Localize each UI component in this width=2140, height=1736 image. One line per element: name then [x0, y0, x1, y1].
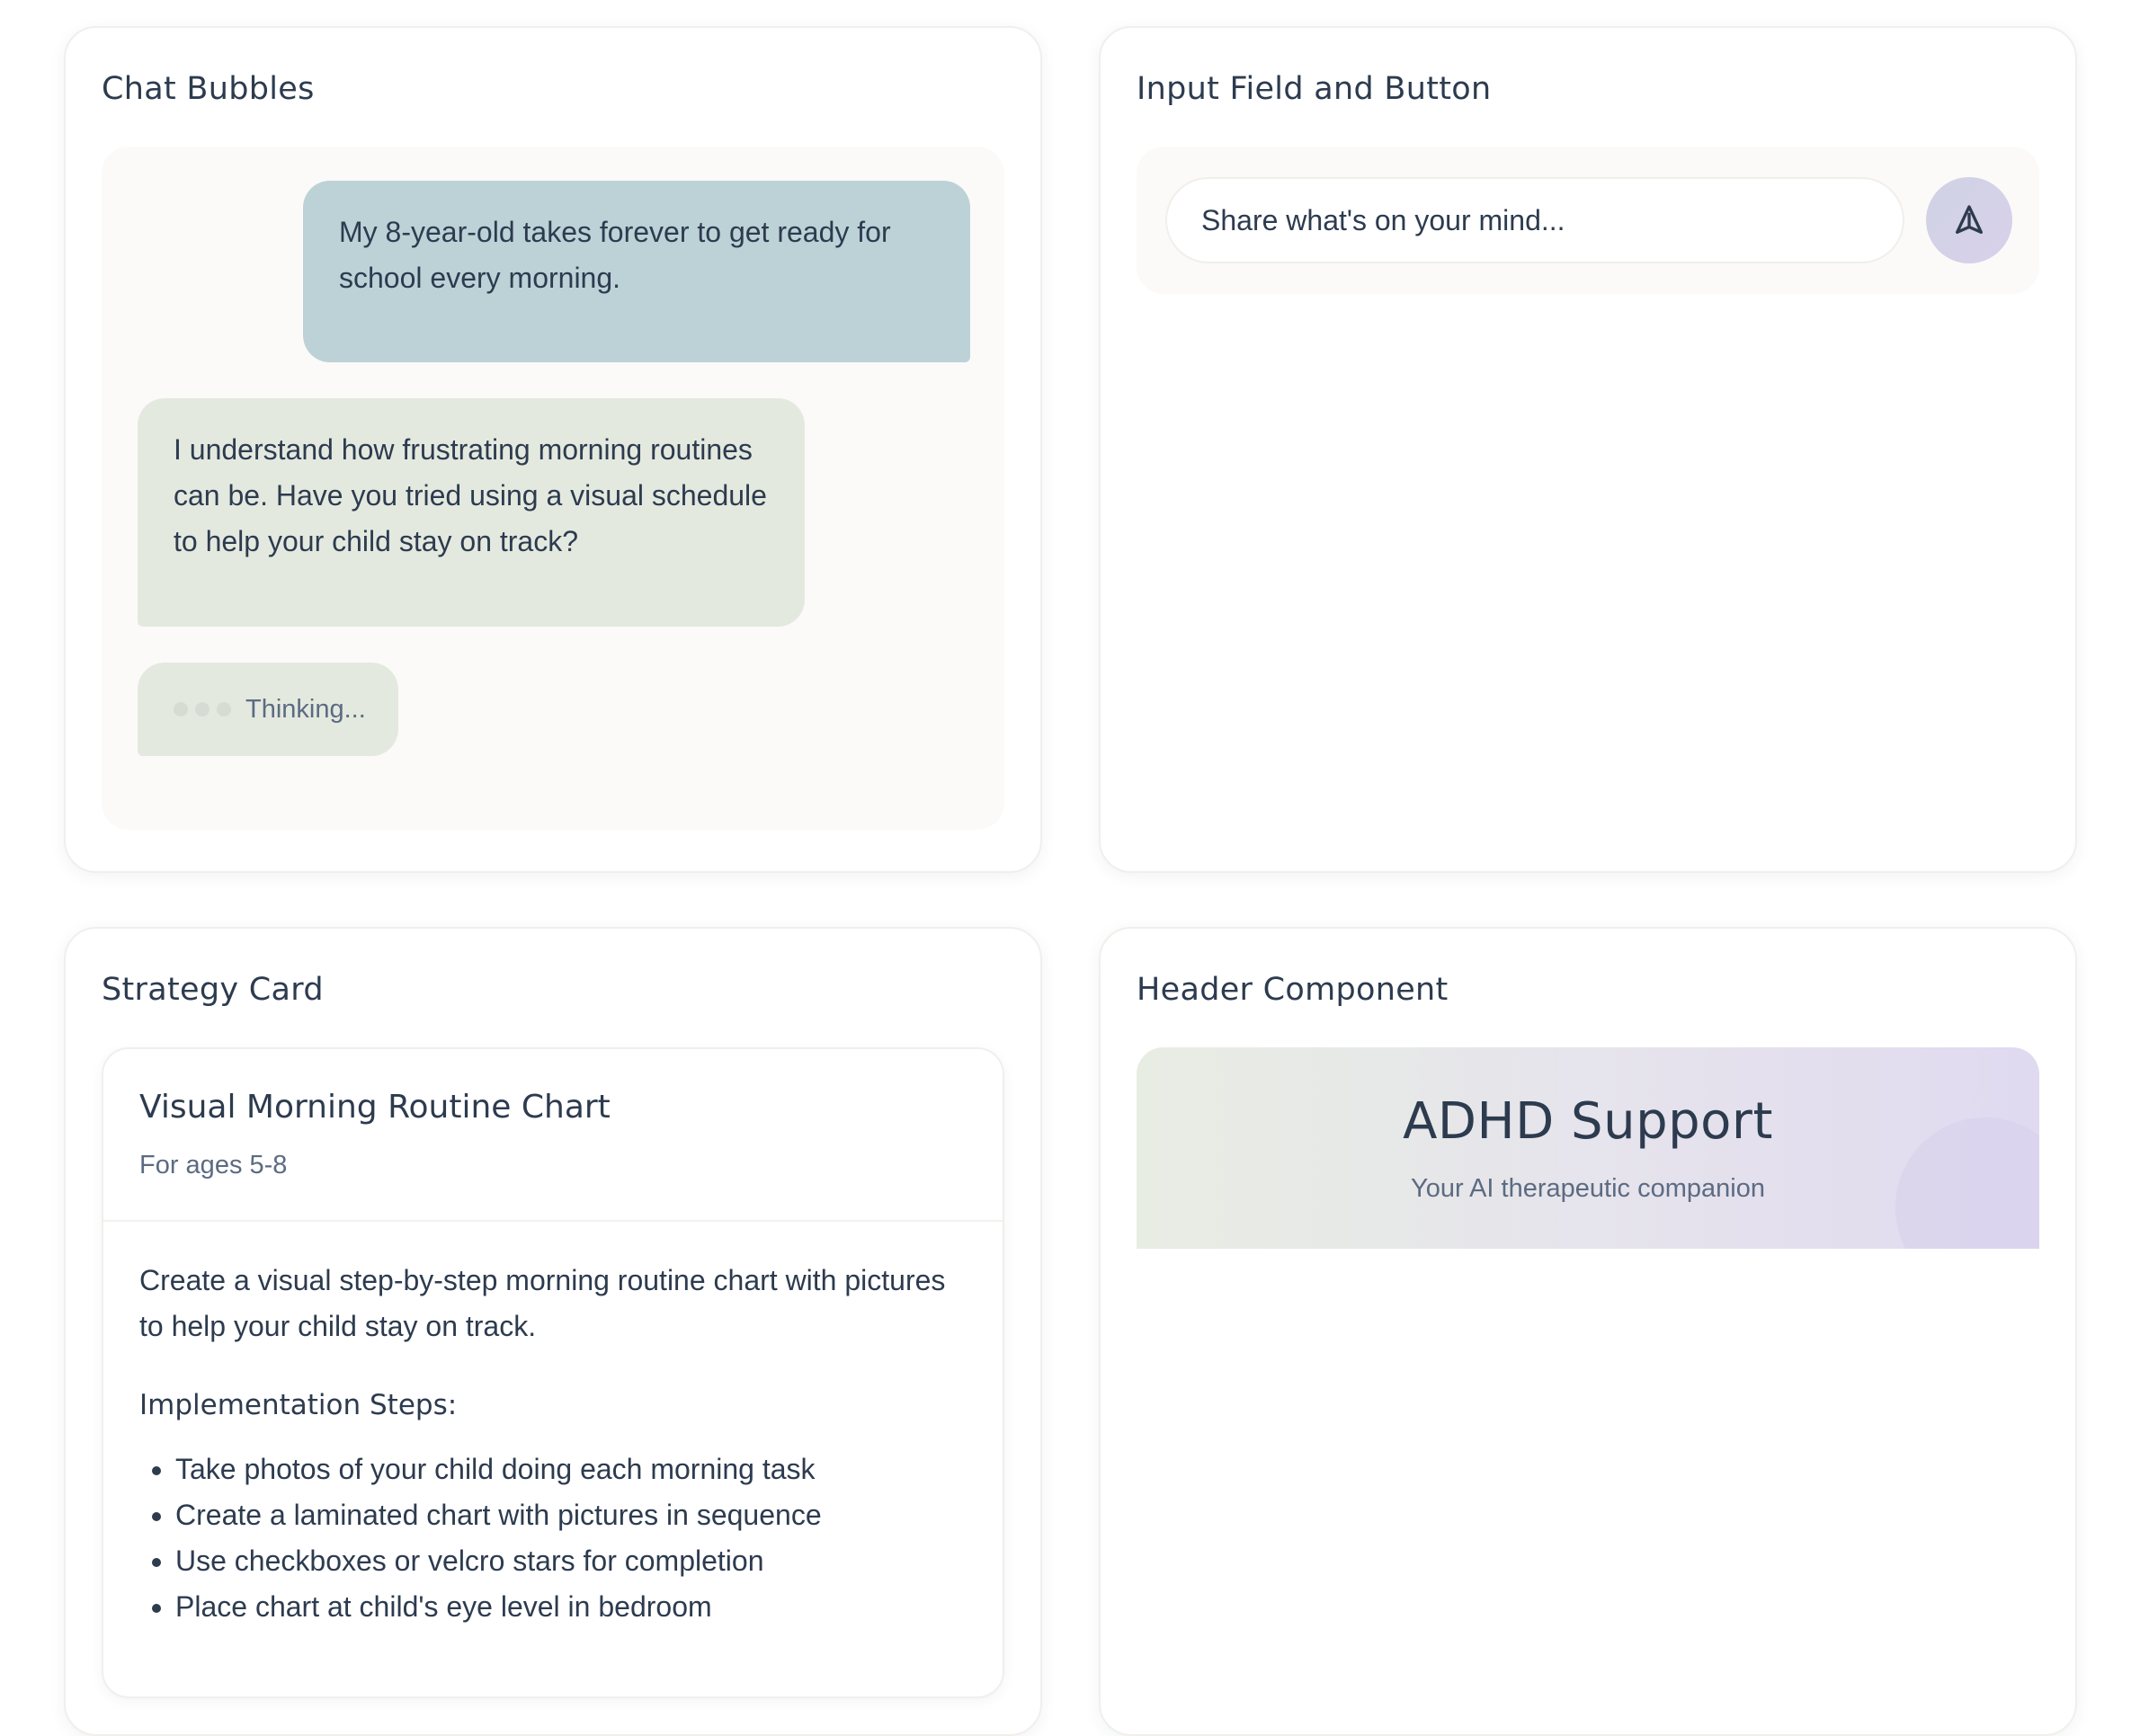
card-header: Visual Morning Routine Chart For ages 5-…	[103, 1049, 1003, 1222]
panel-title: Strategy Card	[102, 972, 324, 1008]
header-panel: Header Component ADHD Support Your AI th…	[1099, 927, 2077, 1736]
typing-dot	[217, 702, 231, 717]
thinking-label: Thinking...	[245, 694, 366, 724]
card-description: Create a visual step-by-step morning rou…	[139, 1264, 946, 1342]
step-item: Use checkboxes or velcro stars for compl…	[175, 1538, 967, 1584]
thinking-indicator: Thinking...	[138, 663, 398, 756]
card-title: Visual Morning Routine Chart	[139, 1089, 611, 1126]
message-input-bar	[1137, 147, 2039, 294]
chat-bubbles-panel: Chat Bubbles My 8-year-old takes forever…	[64, 26, 1042, 873]
card-body: Create a visual step-by-step morning rou…	[103, 1222, 1003, 1666]
app-header: ADHD Support Your AI therapeutic compani…	[1137, 1047, 2039, 1249]
card-age-range: For ages 5-8	[139, 1151, 288, 1180]
ai-message-bubble: I understand how frustrating morning rou…	[138, 398, 805, 627]
strategy-card[interactable]: Visual Morning Routine Chart For ages 5-…	[102, 1047, 1004, 1698]
strategy-panel: Strategy Card Visual Morning Routine Cha…	[64, 927, 1042, 1736]
send-button[interactable]	[1926, 177, 2012, 263]
send-icon	[1956, 205, 1983, 234]
components-showcase: Chat Bubbles My 8-year-old takes forever…	[0, 0, 2140, 1736]
typing-dot	[195, 702, 210, 717]
user-message-bubble: My 8-year-old takes forever to get ready…	[303, 181, 970, 362]
typing-dots-icon	[174, 702, 231, 717]
app-title: ADHD Support	[1403, 1092, 1773, 1151]
step-item: Place chart at child's eye level in bedr…	[175, 1584, 967, 1630]
chat-area: My 8-year-old takes forever to get ready…	[102, 147, 1004, 830]
step-item: Take photos of your child doing each mor…	[175, 1447, 967, 1492]
message-input[interactable]	[1165, 177, 1904, 263]
input-panel: Input Field and Button	[1099, 26, 2077, 873]
step-item: Create a laminated chart with pictures i…	[175, 1492, 967, 1538]
typing-dot	[174, 702, 188, 717]
steps-heading: Implementation Steps:	[139, 1389, 458, 1421]
panel-title: Chat Bubbles	[102, 71, 315, 107]
panel-title: Header Component	[1137, 972, 1449, 1008]
panel-title: Input Field and Button	[1137, 71, 1492, 107]
steps-list: Take photos of your child doing each mor…	[139, 1447, 967, 1630]
